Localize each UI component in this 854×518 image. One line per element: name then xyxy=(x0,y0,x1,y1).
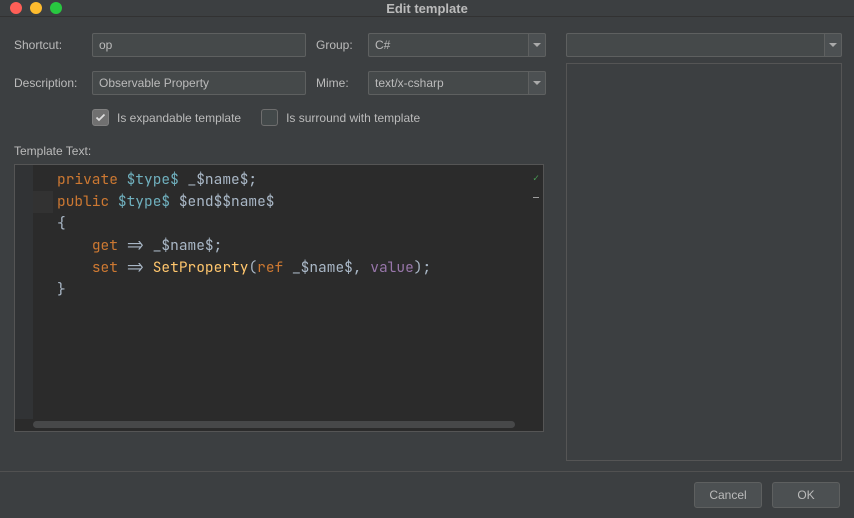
maximize-icon[interactable] xyxy=(50,2,62,14)
template-editor[interactable]: ✓ — private $type$ _$name$; public $type… xyxy=(14,164,544,432)
shortcut-input[interactable] xyxy=(92,33,306,57)
variable-dropdown[interactable] xyxy=(566,33,842,57)
mime-label: Mime: xyxy=(316,76,358,90)
code-content[interactable]: private $type$ _$name$; public $type$ $e… xyxy=(15,165,543,305)
traffic-lights xyxy=(10,2,62,14)
expandable-checkbox[interactable] xyxy=(92,109,109,126)
surround-checkbox[interactable] xyxy=(261,109,278,126)
check-icon: ✓ xyxy=(533,167,539,189)
close-icon[interactable] xyxy=(10,2,22,14)
editor-gutter xyxy=(15,165,33,419)
caret-line xyxy=(33,191,53,213)
ok-button[interactable]: OK xyxy=(772,482,840,508)
expandable-label: Is expandable template xyxy=(117,111,241,125)
minimize-icon[interactable] xyxy=(30,2,42,14)
chevron-down-icon[interactable] xyxy=(824,33,842,57)
group-value: C# xyxy=(368,33,528,57)
description-label: Description: xyxy=(14,76,82,90)
variable-list[interactable] xyxy=(566,63,842,461)
mime-dropdown[interactable]: text/x-csharp xyxy=(368,71,546,95)
variable-value xyxy=(566,33,824,57)
chevron-down-icon[interactable] xyxy=(528,71,546,95)
titlebar: Edit template xyxy=(0,0,854,17)
shortcut-label: Shortcut: xyxy=(14,38,82,52)
window-title: Edit template xyxy=(386,1,468,16)
cancel-button[interactable]: Cancel xyxy=(694,482,762,508)
chevron-down-icon[interactable] xyxy=(528,33,546,57)
mime-value: text/x-csharp xyxy=(368,71,528,95)
surround-label: Is surround with template xyxy=(286,111,420,125)
group-dropdown[interactable]: C# xyxy=(368,33,546,57)
dialog-footer: Cancel OK xyxy=(0,471,854,518)
horizontal-scrollbar[interactable] xyxy=(33,421,515,428)
description-input[interactable] xyxy=(92,71,306,95)
template-text-label: Template Text: xyxy=(14,144,546,158)
group-label: Group: xyxy=(316,38,358,52)
dash-icon: — xyxy=(533,187,539,209)
